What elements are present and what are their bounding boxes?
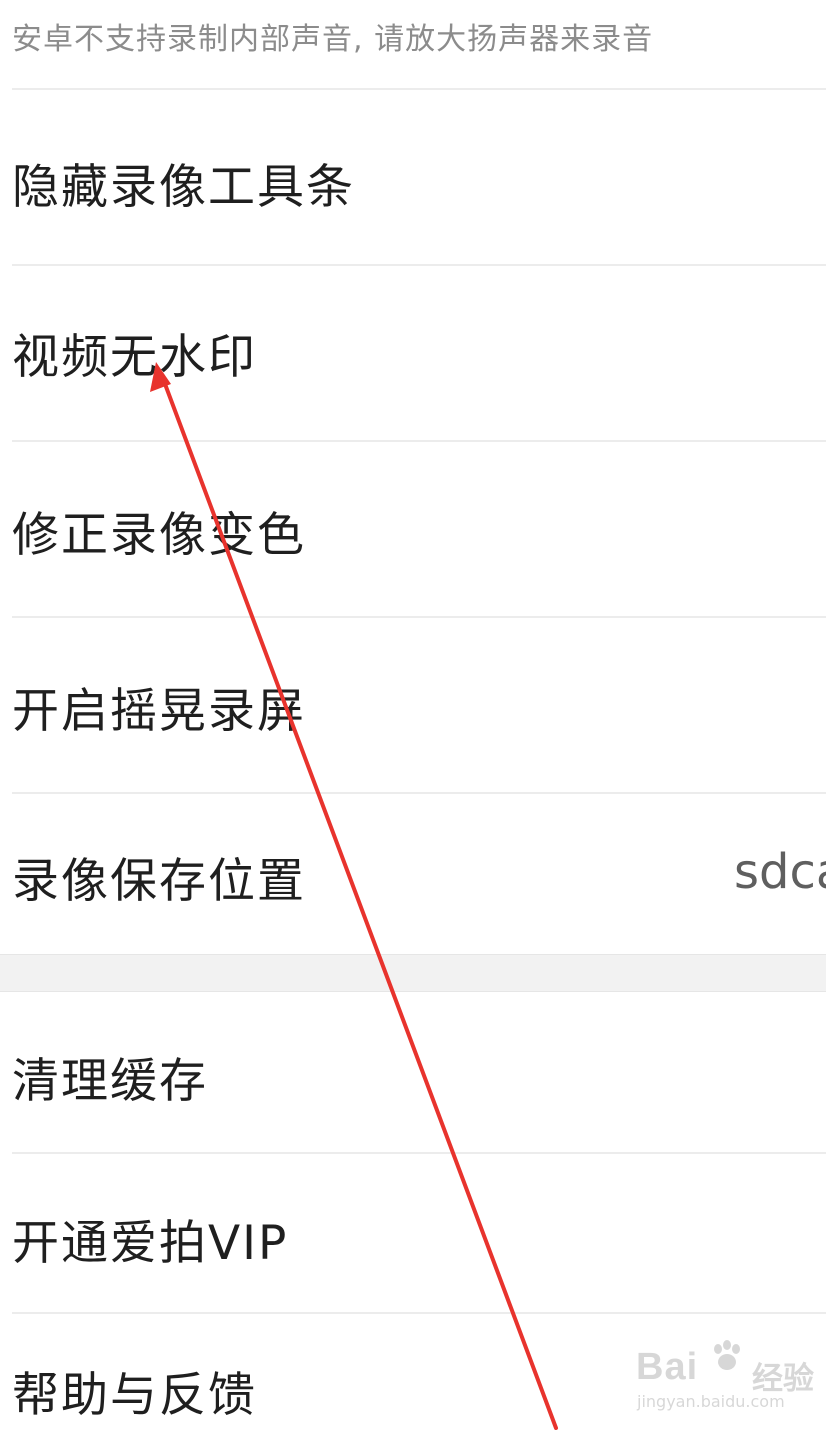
setting-row-clear-cache[interactable]: 清理缓存 xyxy=(0,992,826,1152)
setting-row-fix-color[interactable]: 修正录像变色 xyxy=(0,442,826,616)
paw-icon xyxy=(714,1340,740,1370)
setting-label-no-watermark: 视频无水印 xyxy=(12,330,257,385)
setting-label-vip: 开通爱拍VIP xyxy=(12,1216,289,1271)
setting-row-hide-toolbar[interactable]: 隐藏录像工具条 xyxy=(0,90,826,264)
setting-label-clear-cache: 清理缓存 xyxy=(12,1054,208,1109)
setting-label-fix-color: 修正录像变色 xyxy=(12,508,306,563)
watermark-brand: Bai xyxy=(636,1346,699,1388)
setting-label-help-feedback: 帮助与反馈 xyxy=(12,1368,257,1423)
setting-label-save-location: 录像保存位置 xyxy=(12,854,306,909)
setting-row-vip[interactable]: 开通爱拍VIP xyxy=(0,1154,826,1312)
setting-row-no-watermark[interactable]: 视频无水印 xyxy=(0,266,826,440)
setting-label-hide-toolbar: 隐藏录像工具条 xyxy=(12,160,355,215)
watermark-url: jingyan.baidu.com xyxy=(637,1392,785,1411)
save-location-value: sdca xyxy=(734,844,826,900)
setting-label-shake-record: 开启摇晃录屏 xyxy=(12,684,306,739)
section-separator xyxy=(0,954,826,992)
setting-row-save-location[interactable]: 录像保存位置 sdca xyxy=(0,794,826,954)
setting-row-shake-record[interactable]: 开启摇晃录屏 xyxy=(0,618,826,792)
baidu-watermark: Bai 经验 jingyan.baidu.com xyxy=(636,1338,818,1418)
audio-note: 安卓不支持录制内部声音, 请放大扬声器来录音 xyxy=(12,22,654,57)
settings-screen: 安卓不支持录制内部声音, 请放大扬声器来录音 隐藏录像工具条 视频无水印 修正录… xyxy=(0,0,826,1430)
